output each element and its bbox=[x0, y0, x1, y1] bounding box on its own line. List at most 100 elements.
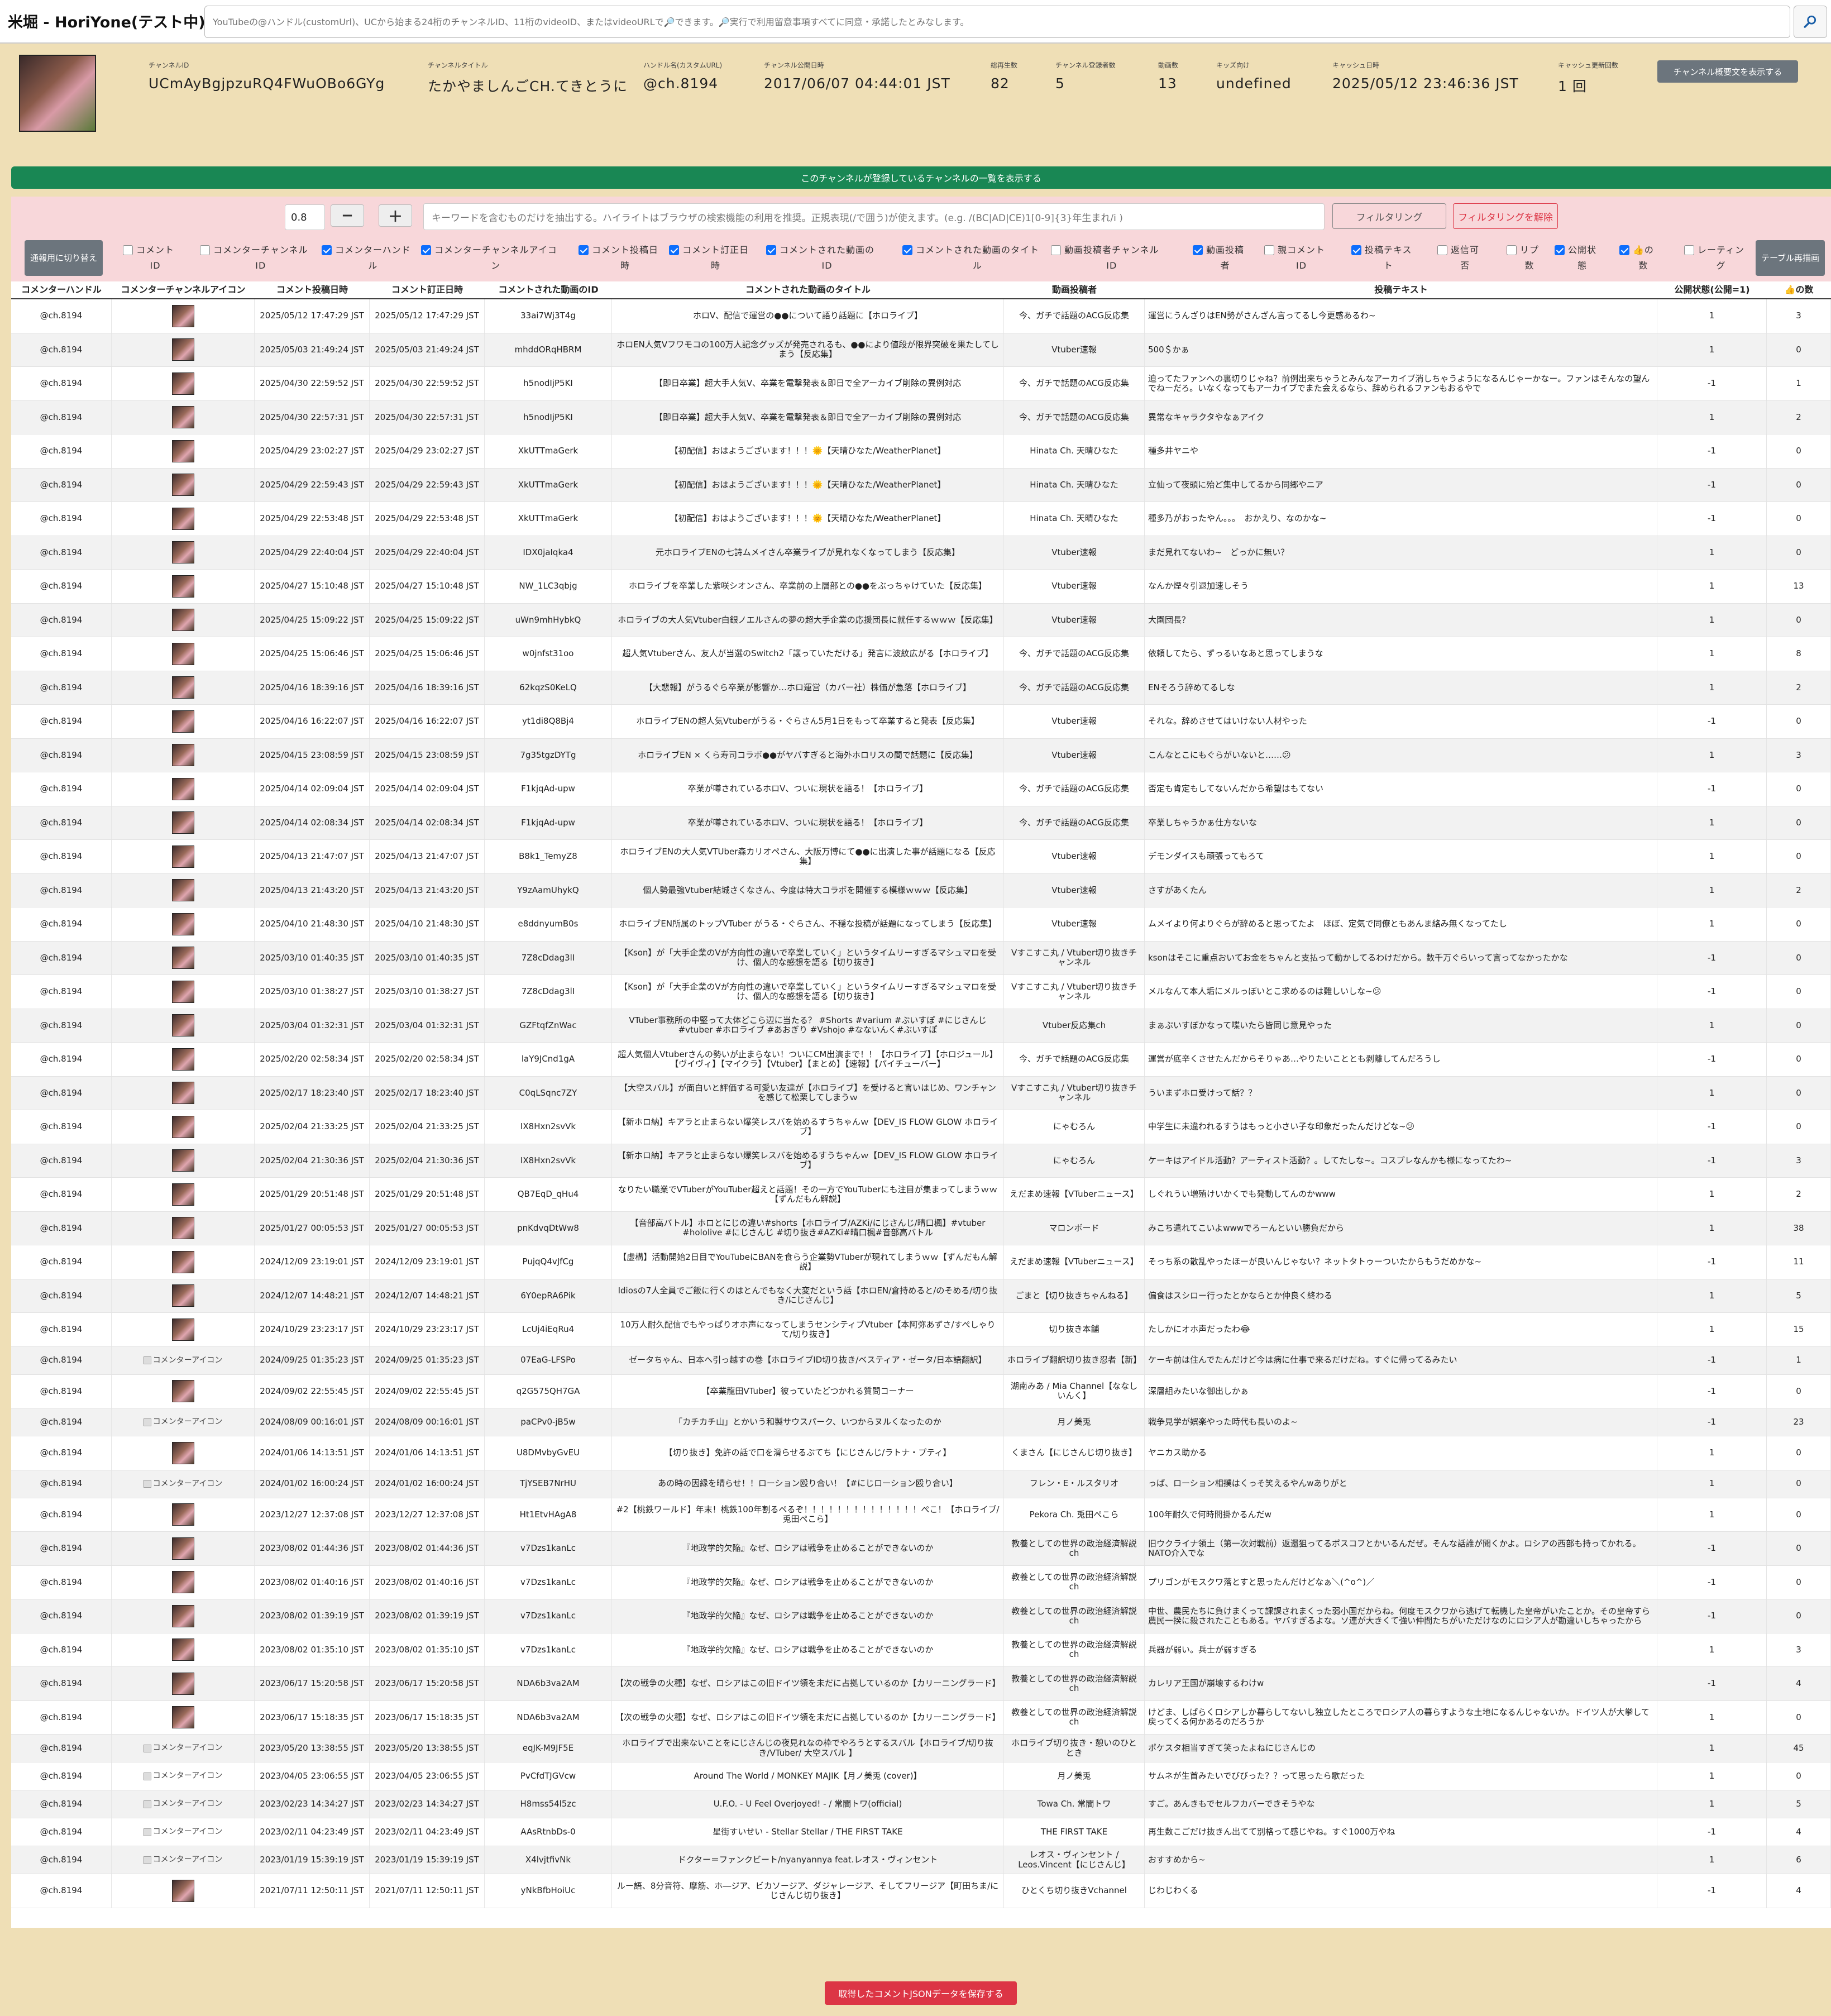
video-title[interactable]: 『地政学的欠陥』なぜ、ロシアは戦争を止めることができないのか bbox=[612, 1633, 1004, 1666]
checkbox-unchecked[interactable] bbox=[123, 245, 133, 255]
clear-filter-button[interactable]: フィルタリングを解除 bbox=[1453, 203, 1558, 229]
video-id[interactable]: IDX0jaIqka4 bbox=[485, 536, 612, 569]
column-header[interactable]: 投稿テキスト bbox=[1145, 281, 1657, 298]
video-title[interactable]: 【切り抜き】免許の話で口を滑らせるぶてち【にじさんじ/ラトナ・プティ】 bbox=[612, 1436, 1004, 1470]
checkbox-checked[interactable] bbox=[669, 245, 679, 255]
video-title[interactable]: 【初配信】おはようございます！！！🌞【天晴ひなた/WeatherPlanet】 bbox=[612, 434, 1004, 468]
column-header[interactable]: 公開状態(公開=1) bbox=[1657, 281, 1767, 298]
video-id[interactable]: q2G575QH7GA bbox=[485, 1374, 612, 1408]
column-header[interactable]: コメンターチャンネルアイコン bbox=[112, 281, 255, 298]
video-id[interactable]: B8k1_TemyZ8 bbox=[485, 840, 612, 873]
filter-button[interactable]: フィルタリング bbox=[1332, 203, 1446, 229]
video-id[interactable]: 6Y0epRA6Pik bbox=[485, 1279, 612, 1312]
video-id[interactable]: F1kjqAd-upw bbox=[485, 806, 612, 839]
column-header[interactable]: コメンターハンドル bbox=[11, 281, 112, 298]
redraw-table-button[interactable]: テーブル再描画 bbox=[1756, 240, 1825, 276]
video-title[interactable]: #2【桃鉄ワールド】年末！桃鉄100年割るペるぞ！！！！！！！！！！！！！！ぺこ… bbox=[612, 1498, 1004, 1531]
show-summary-button[interactable]: チャンネル概要文を表示する bbox=[1657, 60, 1798, 83]
checkbox-checked[interactable] bbox=[1351, 245, 1361, 255]
video-id[interactable]: Ht1EtvHAgA8 bbox=[485, 1498, 612, 1531]
column-toggle-checkbox[interactable]: 公開状 態 bbox=[1555, 242, 1596, 274]
checkbox-checked[interactable] bbox=[902, 245, 912, 255]
column-header[interactable]: 動画投稿者 bbox=[1004, 281, 1145, 298]
video-title[interactable]: ホロライブEN所属のトップVTuber がうる・ぐらさん、不穏な投稿が話題になっ… bbox=[612, 907, 1004, 941]
save-json-button[interactable]: 取得したコメントJSONデータを保存する bbox=[825, 1981, 1017, 2005]
video-title[interactable]: ホロライブENの大人気VTUber森カリオペさん、大阪万博にて●●に出演した事が… bbox=[612, 840, 1004, 873]
video-id[interactable]: LcUj4iEqRu4 bbox=[485, 1313, 612, 1346]
video-title[interactable]: Idiosの7人全員でご飯に行くのはとんでもなく大変だという話【ホロEN/倉持め… bbox=[612, 1279, 1004, 1312]
video-title[interactable]: 超人気Vtuberさん、友人が当選のSwitch2「譲っていただける」発言に波紋… bbox=[612, 637, 1004, 671]
checkbox-unchecked[interactable] bbox=[1684, 245, 1694, 255]
video-title[interactable]: 【次の戦争の火種】なぜ、ロシアはこの旧ドイツ領を未だに占拠しているのか【カリーニ… bbox=[612, 1700, 1004, 1734]
video-title[interactable]: ホロライブEN × くら寿司コラボ●●がヤバすぎると海外ホロリスの間で話題に【反… bbox=[612, 738, 1004, 772]
column-toggle-checkbox[interactable]: コメントされた動画の ID bbox=[766, 242, 874, 274]
video-id[interactable]: XkUTTmaGerk bbox=[485, 434, 612, 468]
video-id[interactable]: 7Z8cDdag3lI bbox=[485, 975, 612, 1009]
video-id[interactable]: Y9zAamUhykQ bbox=[485, 873, 612, 907]
video-title[interactable]: U.F.O. - U Feel Overjoyed! - / 常闇トワ(offi… bbox=[612, 1790, 1004, 1818]
video-title[interactable]: 【即日卒業】超大手人気V、卒業を電撃発表＆即日で全アーカイブ削除の異例対応 bbox=[612, 367, 1004, 400]
ratio-input[interactable]: 0.8 bbox=[285, 204, 325, 230]
video-title[interactable]: ゼータちゃん、日本へ引っ越すの巻【ホロライブID切り抜き/ベスティア・ゼータ/日… bbox=[612, 1346, 1004, 1374]
video-title[interactable]: 『地政学的欠陥』なぜ、ロシアは戦争を止めることができないのか bbox=[612, 1565, 1004, 1599]
column-toggle-checkbox[interactable]: レーティン グ bbox=[1684, 242, 1744, 274]
video-id[interactable]: X4lvjtfivNk bbox=[485, 1846, 612, 1874]
video-title[interactable]: 個人勢最強Vtuber結城さくなさん、今度は特大コラボを開催する模様ｗｗｗ【反応… bbox=[612, 873, 1004, 907]
video-id[interactable]: paCPv0-jB5w bbox=[485, 1408, 612, 1436]
minus-button[interactable]: − bbox=[331, 204, 364, 227]
video-title[interactable]: 【大悲報】がうるぐら卒業が影響か…ホロ運営（カバー社）株価が急落【ホロライブ】 bbox=[612, 671, 1004, 704]
column-toggle-checkbox[interactable]: 投稿テキス ト bbox=[1351, 242, 1412, 274]
column-header[interactable]: 👍の数 bbox=[1767, 281, 1831, 298]
checkbox-unchecked[interactable] bbox=[1437, 245, 1447, 255]
checkbox-checked[interactable] bbox=[1619, 245, 1629, 255]
show-subscriptions-button[interactable]: このチャンネルが登録しているチャンネルの一覧を表示する bbox=[11, 166, 1831, 189]
column-header[interactable]: コメント訂正日時 bbox=[370, 281, 485, 298]
video-title[interactable]: ホロEN人気Vフワモコの100万人記念グッズが発売されるも、●●により値段が限界… bbox=[612, 333, 1004, 366]
checkbox-unchecked[interactable] bbox=[200, 245, 210, 255]
checkbox-checked[interactable] bbox=[1555, 245, 1565, 255]
video-id[interactable]: H8mss54l5zc bbox=[485, 1790, 612, 1818]
column-toggle-checkbox[interactable]: コメント訂正日 時 bbox=[669, 242, 749, 274]
video-title[interactable]: 卒業が噂されているホロV、ついに現状を語る！【ホロライブ】 bbox=[612, 806, 1004, 839]
video-title[interactable]: 【卒業龍田VTuber】彼っていたどつかれる質問コーナー bbox=[612, 1374, 1004, 1408]
video-id[interactable]: IX8Hxn2svVk bbox=[485, 1144, 612, 1177]
checkbox-checked[interactable] bbox=[322, 245, 332, 255]
video-id[interactable]: NDA6b3va2AM bbox=[485, 1667, 612, 1700]
column-toggle-checkbox[interactable]: コメント投稿日 時 bbox=[579, 242, 658, 274]
video-id[interactable]: w0jnfst31oo bbox=[485, 637, 612, 671]
video-title[interactable]: 星街すいせい - Stellar Stellar / THE FIRST TAK… bbox=[612, 1818, 1004, 1846]
video-title[interactable]: ホロライブを卒業した紫咲シオンさん、卒業前の上層部との●●をぶっちゃけていた【反… bbox=[612, 570, 1004, 603]
column-toggle-checkbox[interactable]: リプ 数 bbox=[1507, 242, 1539, 274]
video-id[interactable]: laY9JCnd1gA bbox=[485, 1043, 612, 1076]
column-header[interactable]: コメントされた動画のID bbox=[485, 281, 612, 298]
video-id[interactable]: QB7EqD_qHu4 bbox=[485, 1178, 612, 1211]
video-title[interactable]: あの時の因縁を晴らせ！！ローション殴り合い！【#にじローション殴り合い】 bbox=[612, 1470, 1004, 1498]
column-toggle-checkbox[interactable]: 👍の 数 bbox=[1619, 242, 1654, 274]
video-title[interactable]: ドクター＝ファンクビート/nyanyannya feat.レオス・ヴィンセント bbox=[612, 1846, 1004, 1874]
video-title[interactable]: 【次の戦争の火種】なぜ、ロシアはこの旧ドイツ領を未だに占拠しているのか【カリーニ… bbox=[612, 1667, 1004, 1700]
column-header[interactable]: コメントされた動画のタイトル bbox=[612, 281, 1004, 298]
column-toggle-checkbox[interactable]: 返信可 否 bbox=[1437, 242, 1479, 274]
column-toggle-checkbox[interactable]: コメント ID bbox=[123, 242, 174, 274]
video-title[interactable]: 【虚構】活動開始2日目でYouTubeにBANを食らう企業勢VTuberが現れて… bbox=[612, 1245, 1004, 1279]
video-title[interactable]: 【初配信】おはようございます！！！🌞【天晴ひなた/WeatherPlanet】 bbox=[612, 468, 1004, 501]
video-title[interactable]: ルー語、8分音符、摩筋、ホ―ジア、ビカソージア、ダジャレージア、そしてフリージア… bbox=[612, 1874, 1004, 1908]
video-title[interactable]: 10万人耐久配信でもやっぱりオホ声になってしまうセンシティブVtuber【本阿弥… bbox=[612, 1313, 1004, 1346]
video-id[interactable]: pnKdvqDtWw8 bbox=[485, 1211, 612, 1245]
video-id[interactable]: NDA6b3va2AM bbox=[485, 1700, 612, 1734]
video-id[interactable]: v7Dzs1kanLc bbox=[485, 1599, 612, 1633]
video-title[interactable]: 【大空スバル】が面白いと評価する可愛い友達が【ホロライブ】を受けると言いはじめ、… bbox=[612, 1076, 1004, 1110]
column-toggle-checkbox[interactable]: 動画投稿 者 bbox=[1193, 242, 1244, 274]
video-title[interactable]: 【Kson】が「大手企業のVが方向性の違いで卒業していく」というタイムリーすぎる… bbox=[612, 975, 1004, 1009]
video-id[interactable]: v7Dzs1kanLc bbox=[485, 1633, 612, 1666]
video-title[interactable]: 「カチカチ山」とかいう和製サウスパーク、いつからヌルくなったのか bbox=[612, 1408, 1004, 1436]
video-id[interactable]: eqJK-M9JF5E bbox=[485, 1735, 612, 1762]
video-id[interactable]: yNkBfbHoiUc bbox=[485, 1874, 612, 1908]
video-id[interactable]: 33ai7Wj3T4g bbox=[485, 299, 612, 333]
column-toggle-checkbox[interactable]: コメントされた動画のタイト ル bbox=[902, 242, 1039, 274]
video-id[interactable]: mhddORqHBRM bbox=[485, 333, 612, 366]
video-title[interactable]: ホロV、配信で運営の●●について語り話題に【ホロライブ】 bbox=[612, 299, 1004, 333]
video-title[interactable]: ホロライブで出来ないことをにじさんじの夜見れなの枠でやろうとするスバル【ホロライ… bbox=[612, 1735, 1004, 1762]
video-id[interactable]: e8ddnyumB0s bbox=[485, 907, 612, 941]
video-title[interactable]: 【Kson】が「大手企業のVが方向性の違いで卒業していく」というタイムリーすぎる… bbox=[612, 941, 1004, 974]
